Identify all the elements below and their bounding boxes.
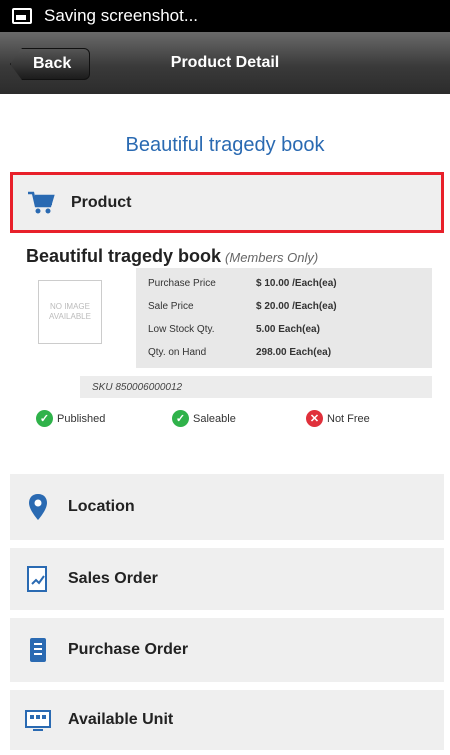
sales-order-icon bbox=[24, 565, 52, 593]
screenshot-icon bbox=[12, 8, 32, 24]
saleable-label: Saleable bbox=[193, 412, 236, 425]
product-details-table: Purchase Price $ 10.00 /Each(ea) Sale Pr… bbox=[136, 268, 432, 368]
saleable-badge: ✓ Saleable bbox=[172, 410, 236, 427]
detail-value: 298.00 Each(ea) bbox=[256, 347, 332, 358]
check-icon: ✓ bbox=[172, 410, 189, 427]
section-available-unit[interactable]: Available Unit bbox=[10, 690, 444, 750]
detail-row: Purchase Price $ 10.00 /Each(ea) bbox=[136, 272, 432, 295]
detail-value: $ 20.00 /Each(ea) bbox=[256, 301, 337, 312]
section-location-label: Location bbox=[68, 498, 135, 515]
status-bar: Saving screenshot... bbox=[0, 0, 450, 32]
available-unit-icon bbox=[24, 706, 52, 734]
page-title: Beautiful tragedy book bbox=[125, 134, 325, 156]
location-pin-icon bbox=[24, 493, 52, 521]
sku-label: SKU 850006000012 bbox=[80, 376, 432, 398]
check-icon: ✓ bbox=[36, 410, 53, 427]
detail-row: Qty. on Hand 298.00 Each(ea) bbox=[136, 341, 432, 364]
section-sales-order-label: Sales Order bbox=[68, 570, 158, 587]
published-label: Published bbox=[57, 412, 106, 425]
detail-row: Sale Price $ 20.00 /Each(ea) bbox=[136, 295, 432, 318]
section-product[interactable]: Product bbox=[10, 172, 444, 233]
status-text: Saving screenshot... bbox=[44, 6, 199, 25]
title-bar: Back Product Detail bbox=[0, 32, 450, 94]
product-name-text: Beautiful tragedy book bbox=[26, 246, 222, 266]
detail-label: Low Stock Qty. bbox=[148, 324, 215, 335]
purchase-order-icon bbox=[24, 636, 52, 664]
section-available-unit-label: Available Unit bbox=[68, 711, 174, 728]
back-button[interactable]: Back bbox=[10, 48, 90, 80]
section-location[interactable]: Location bbox=[10, 474, 444, 540]
detail-label: Sale Price bbox=[148, 301, 194, 312]
status-badges: ✓ Published ✓ Saleable ✕ Not Free bbox=[0, 410, 450, 432]
detail-value: 5.00 Each(ea) bbox=[256, 324, 320, 335]
cross-icon: ✕ bbox=[306, 410, 323, 427]
members-only-label: (Members Only) bbox=[225, 250, 319, 265]
screen-title: Product Detail bbox=[170, 54, 280, 71]
section-sales-order[interactable]: Sales Order bbox=[10, 548, 444, 610]
not-free-label: Not Free bbox=[327, 412, 370, 425]
detail-row: Low Stock Qty. 5.00 Each(ea) bbox=[136, 318, 432, 341]
product-name: Beautiful tragedy book (Members Only) bbox=[26, 246, 318, 267]
section-purchase-order[interactable]: Purchase Order bbox=[10, 618, 444, 682]
published-badge: ✓ Published bbox=[36, 410, 105, 427]
cart-icon bbox=[27, 189, 55, 217]
detail-value: $ 10.00 /Each(ea) bbox=[256, 278, 337, 289]
detail-label: Qty. on Hand bbox=[148, 347, 207, 358]
section-purchase-order-label: Purchase Order bbox=[68, 641, 189, 658]
detail-label: Purchase Price bbox=[148, 278, 216, 289]
not-free-badge: ✕ Not Free bbox=[306, 410, 370, 427]
no-image-text: NO IMAGE AVAILABLE bbox=[49, 302, 91, 321]
section-product-label: Product bbox=[71, 193, 132, 211]
no-image-placeholder: NO IMAGE AVAILABLE bbox=[38, 280, 102, 344]
